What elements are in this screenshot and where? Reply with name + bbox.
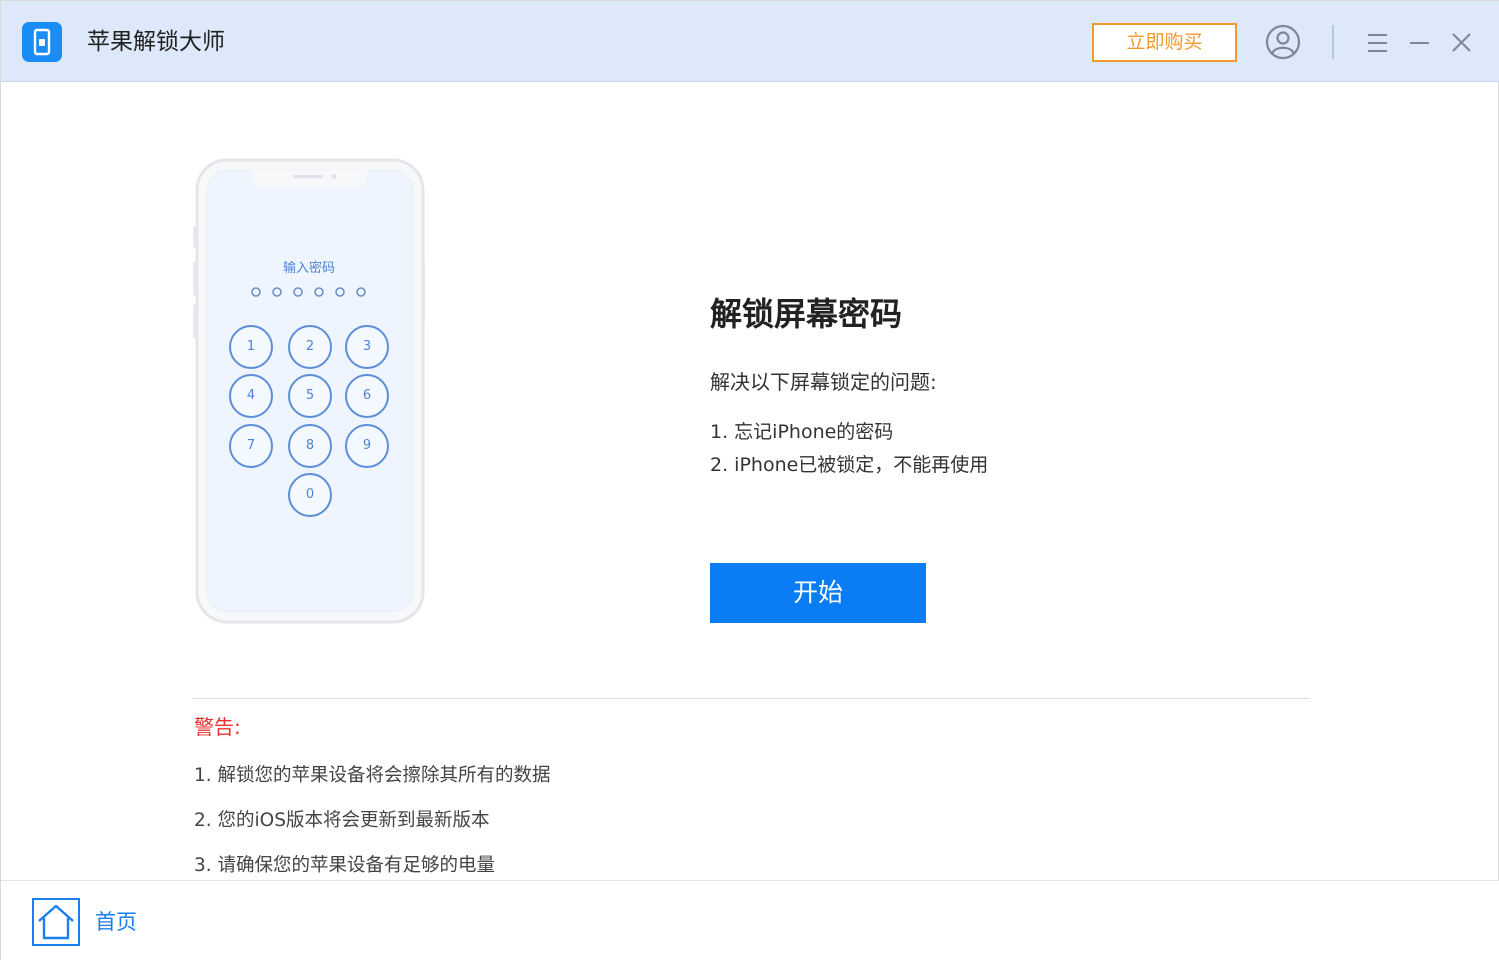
keypad-key: 1 (229, 325, 273, 369)
app-logo-icon (22, 22, 62, 62)
start-button[interactable]: 开始 (710, 563, 926, 623)
footer-bar: 首页 (1, 880, 1499, 960)
keypad-key: 6 (345, 374, 389, 418)
minimize-icon[interactable] (1400, 23, 1438, 61)
keypad-key: 3 (345, 325, 389, 369)
keypad-key: 9 (345, 424, 389, 468)
list-item: 1. 解锁您的苹果设备将会擦除其所有的数据 (194, 765, 551, 786)
page-title: 解锁屏幕密码 (710, 295, 903, 333)
app-window: 苹果解锁大师 立即购买 输入密码 1 2 3 4 5 6 7 8 9 0 解锁屏… (0, 0, 1499, 960)
app-title: 苹果解锁大师 (87, 29, 225, 55)
list-item: 2. iPhone已被锁定，不能再使用 (710, 454, 989, 476)
close-icon[interactable] (1442, 23, 1480, 61)
titlebar-divider (1332, 25, 1334, 59)
problems-subtitle: 解决以下屏幕锁定的问题: (710, 370, 937, 394)
home-link[interactable]: 首页 (95, 908, 137, 936)
keypad-key: 5 (288, 374, 332, 418)
home-icon[interactable] (32, 898, 80, 946)
keypad-key: 2 (288, 325, 332, 369)
keypad-key: 4 (229, 374, 273, 418)
buy-now-button[interactable]: 立即购买 (1092, 23, 1237, 62)
list-item: 1. 忘记iPhone的密码 (710, 421, 894, 443)
phone-illustration: 输入密码 1234567890 (193, 158, 425, 624)
user-circle-icon[interactable] (1264, 23, 1302, 61)
section-divider (193, 698, 1310, 699)
keypad-key: 0 (288, 473, 332, 517)
menu-icon[interactable] (1358, 23, 1396, 61)
warning-title: 警告: (194, 715, 241, 739)
problem-list: 1. 忘记iPhone的密码 2. iPhone已被锁定，不能再使用 (710, 416, 988, 482)
keypad: 123 456 7890 (193, 158, 425, 624)
title-bar: 苹果解锁大师 立即购买 (1, 1, 1499, 82)
list-item: 2. 您的iOS版本将会更新到最新版本 (194, 810, 490, 831)
warning-list: 1. 解锁您的苹果设备将会擦除其所有的数据 2. 您的iOS版本将会更新到最新版… (194, 753, 551, 888)
keypad-key: 7 (229, 424, 273, 468)
keypad-key: 8 (288, 424, 332, 468)
